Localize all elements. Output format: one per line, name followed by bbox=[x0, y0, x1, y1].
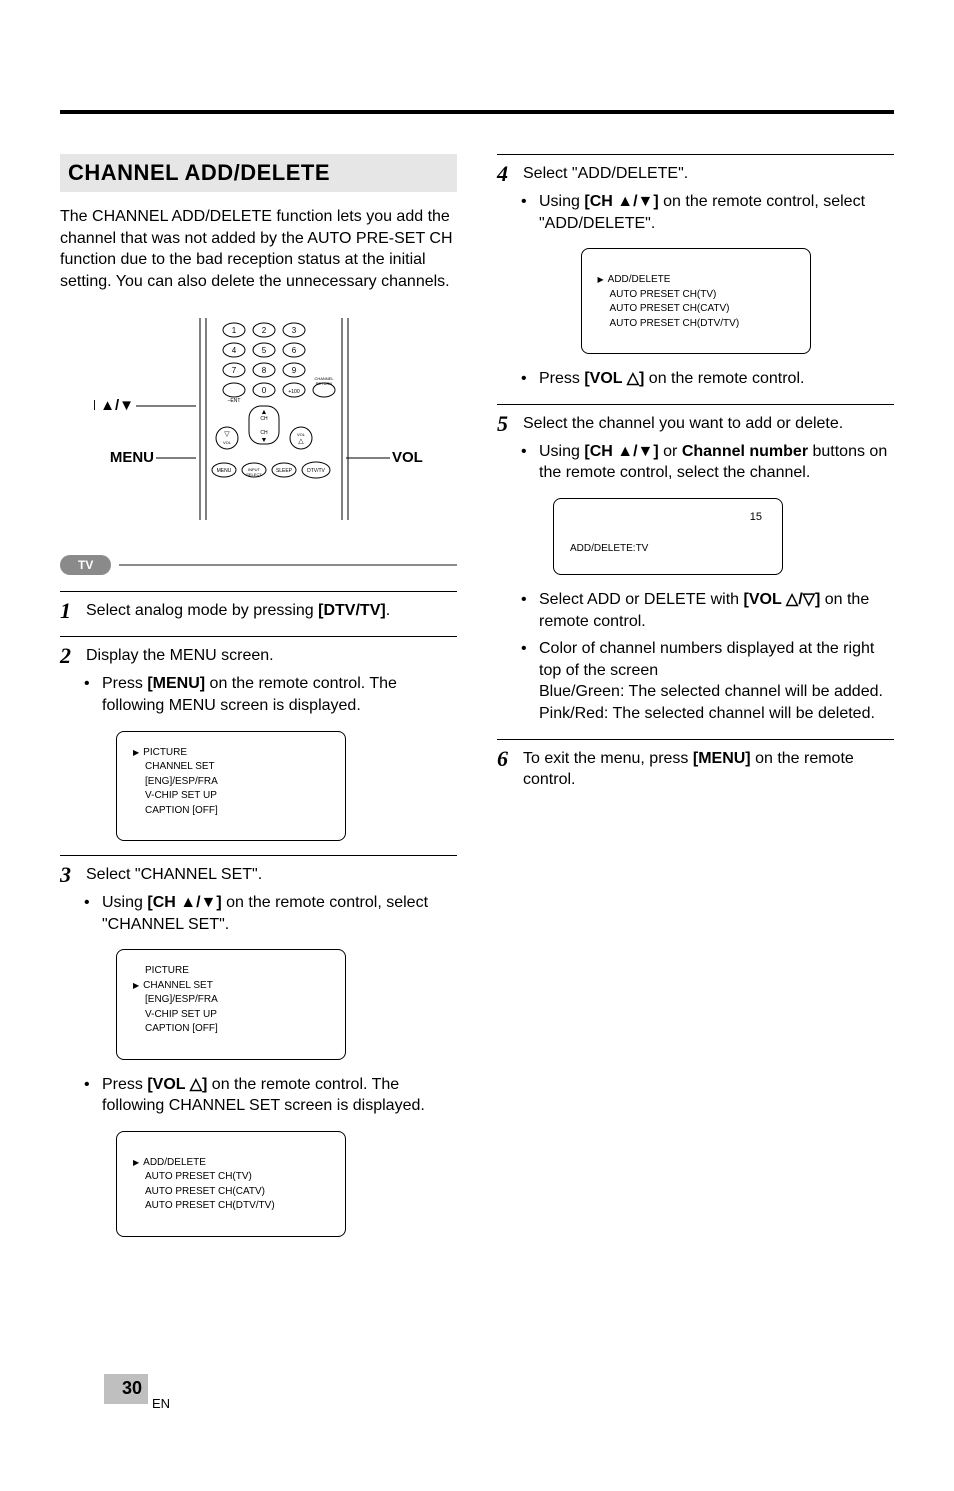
step-4-head: Select "ADD/DELETE". bbox=[523, 163, 688, 185]
step-1: 1 Select analog mode by pressing [DTV/TV… bbox=[60, 591, 457, 622]
btn-menu: MENU bbox=[216, 468, 231, 474]
osd-channel-display: 15 ADD/DELETE:TV bbox=[553, 498, 783, 575]
svg-text:RETURN: RETURN bbox=[315, 381, 332, 386]
step-num-3: 3 bbox=[60, 864, 78, 886]
page-number-box: 30 bbox=[104, 1374, 148, 1404]
step-num-5: 5 bbox=[497, 413, 515, 435]
svg-text:0: 0 bbox=[261, 386, 266, 395]
step-num-1: 1 bbox=[60, 600, 78, 622]
btn-vol-up: VOL bbox=[296, 432, 305, 437]
osd-channel-number: 15 bbox=[568, 509, 768, 543]
tv-badge: TV bbox=[60, 555, 111, 575]
osd-menu-2: PICTURE CHANNEL SET [ENG]/ESP/FRA V-CHIP… bbox=[116, 949, 346, 1060]
btn-plus100: +100 bbox=[288, 389, 299, 395]
step-num-2: 2 bbox=[60, 645, 78, 667]
step-3b-bullet: • Press [VOL △] on the remote control. T… bbox=[84, 1074, 457, 1117]
step-2-bullet: • Press [MENU] on the remote control. Th… bbox=[84, 673, 457, 716]
btn-vol-dn: VOL bbox=[222, 440, 231, 445]
osd-add-delete: ADD/DELETE AUTO PRESET CH(TV) AUTO PRESE… bbox=[581, 248, 811, 354]
page-number: 30 bbox=[122, 1378, 142, 1399]
tv-badge-row: TV bbox=[60, 555, 457, 575]
btn-sleep: SLEEP bbox=[275, 468, 292, 474]
step-4-bullet: • Using [CH ▲/▼] on the remote control, … bbox=[521, 191, 894, 234]
osd-channel-set: ADD/DELETE AUTO PRESET CH(TV) AUTO PRESE… bbox=[116, 1131, 346, 1237]
step-4b-bullet: • Press [VOL △] on the remote control. bbox=[521, 368, 894, 390]
svg-text:7: 7 bbox=[231, 366, 236, 375]
step-5c-bullet: • Color of channel numbers displayed at … bbox=[521, 638, 894, 724]
label-menu: MENU bbox=[109, 449, 153, 466]
step-2: 2 Display the MENU screen. • Press [MENU… bbox=[60, 636, 457, 841]
label-ch: CH ▲/▼ bbox=[94, 397, 134, 414]
remote-diagram: CH ▲/▼ MENU VOL △/▽ 1 2 3 bbox=[60, 310, 457, 535]
svg-text:6: 6 bbox=[291, 346, 296, 355]
step-6-text: To exit the menu, press [MENU] on the re… bbox=[523, 748, 894, 791]
svg-text:5: 5 bbox=[261, 346, 266, 355]
svg-text:8: 8 bbox=[261, 366, 266, 375]
remote-svg: CH ▲/▼ MENU VOL △/▽ 1 2 3 bbox=[94, 310, 424, 530]
top-rule bbox=[60, 110, 894, 114]
step-4: 4 Select "ADD/DELETE". • Using [CH ▲/▼] … bbox=[497, 154, 894, 390]
step-5-bullet: • Using [CH ▲/▼] or Channel number butto… bbox=[521, 441, 894, 484]
intro-paragraph: The CHANNEL ADD/DELETE function lets you… bbox=[60, 206, 457, 292]
step-3-bullet: • Using [CH ▲/▼] on the remote control, … bbox=[84, 892, 457, 935]
btn-ch-dn: CH bbox=[260, 430, 268, 436]
step-3-head: Select "CHANNEL SET". bbox=[86, 864, 262, 886]
step-2-head: Display the MENU screen. bbox=[86, 645, 274, 667]
svg-text:▽: ▽ bbox=[224, 431, 230, 438]
svg-text:▼: ▼ bbox=[260, 437, 267, 444]
step-5-head: Select the channel you want to add or de… bbox=[523, 413, 843, 435]
step-num-4: 4 bbox=[497, 163, 515, 185]
btn-ent: –ENT bbox=[227, 398, 240, 404]
osd-menu-1: PICTURE CHANNEL SET [ENG]/ESP/FRA V-CHIP… bbox=[116, 731, 346, 842]
svg-text:4: 4 bbox=[231, 346, 236, 355]
step-5: 5 Select the channel you want to add or … bbox=[497, 404, 894, 725]
step-1-text: Select analog mode by pressing [DTV/TV]. bbox=[86, 600, 390, 622]
page-footer: 30 EN bbox=[60, 1371, 894, 1431]
osd-channel-label: ADD/DELETE:TV bbox=[568, 543, 768, 554]
section-title: CHANNEL ADD/DELETE bbox=[60, 154, 457, 192]
svg-text:2: 2 bbox=[261, 326, 266, 335]
svg-text:▲: ▲ bbox=[260, 409, 267, 416]
svg-text:3: 3 bbox=[291, 326, 296, 335]
left-column: CHANNEL ADD/DELETE The CHANNEL ADD/DELET… bbox=[60, 154, 457, 1251]
svg-text:1: 1 bbox=[231, 326, 236, 335]
right-column: 4 Select "ADD/DELETE". • Using [CH ▲/▼] … bbox=[497, 154, 894, 1251]
svg-text:△: △ bbox=[298, 438, 304, 445]
btn-dtvtv: DTV/TV bbox=[307, 468, 325, 474]
svg-text:SELECT: SELECT bbox=[246, 472, 262, 477]
step-6: 6 To exit the menu, press [MENU] on the … bbox=[497, 739, 894, 791]
step-5b-bullet: • Select ADD or DELETE with [VOL △/▽] on… bbox=[521, 589, 894, 632]
btn-ch-up: CH bbox=[260, 416, 268, 422]
page-lang: EN bbox=[152, 1396, 170, 1411]
step-3: 3 Select "CHANNEL SET". • Using [CH ▲/▼]… bbox=[60, 855, 457, 1237]
step-num-6: 6 bbox=[497, 748, 515, 770]
svg-text:9: 9 bbox=[291, 366, 296, 375]
label-vol: VOL △/▽ bbox=[392, 449, 424, 466]
